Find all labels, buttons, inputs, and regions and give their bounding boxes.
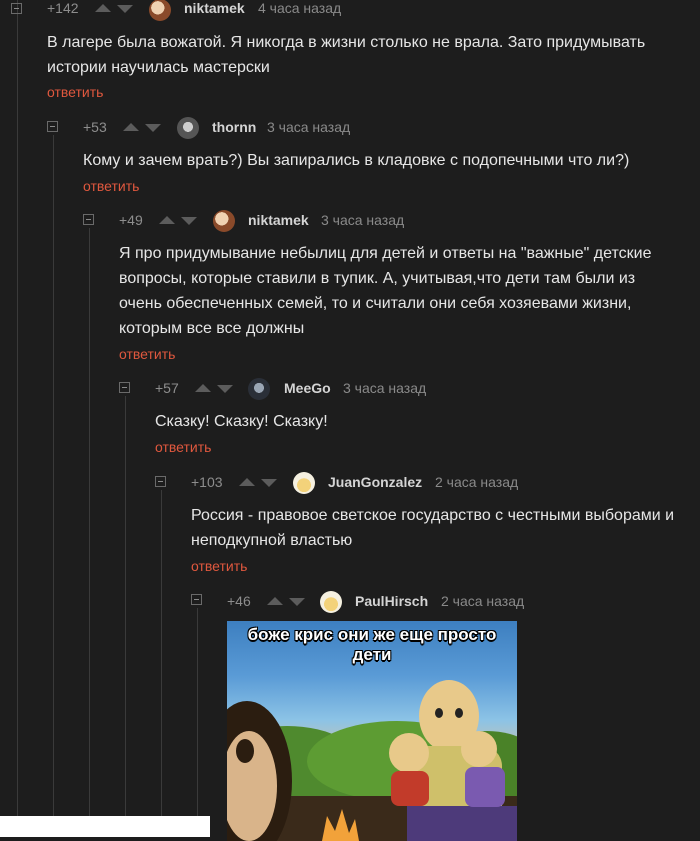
upvote-icon[interactable] [239, 478, 255, 486]
downvote-icon[interactable] [181, 217, 197, 225]
comment-rating: +46 [227, 593, 251, 609]
downvote-icon[interactable] [145, 124, 161, 132]
avatar[interactable] [177, 117, 199, 139]
upvote-icon[interactable] [123, 123, 139, 131]
thread-line [197, 608, 198, 837]
comment-time: 3 часа назад [267, 119, 351, 135]
downvote-icon[interactable] [217, 385, 233, 393]
thread-line [53, 135, 54, 837]
comment-text: Я про придумывание небылиц для детей и о… [119, 245, 652, 337]
downvote-icon[interactable] [289, 598, 305, 606]
author-name[interactable]: thornn [212, 119, 256, 135]
upvote-icon[interactable] [159, 216, 175, 224]
comment-text: Россия - правовое светское государство с… [191, 507, 675, 549]
comment-rating: +103 [191, 474, 223, 490]
avatar[interactable] [320, 591, 342, 613]
comment-time: 2 часа назад [441, 593, 525, 609]
comment-time: 3 часа назад [343, 380, 427, 396]
thread-line [17, 0, 18, 837]
author-name[interactable]: niktamek [248, 212, 309, 228]
thread-line [125, 396, 126, 837]
comment-time: 4 часа назад [258, 0, 342, 16]
thread-line [161, 490, 162, 837]
avatar[interactable] [149, 0, 171, 21]
collapse-thread-button[interactable] [83, 214, 94, 225]
collapse-thread-button[interactable] [155, 476, 166, 487]
author-name[interactable]: niktamek [184, 0, 245, 16]
comment-rating: +49 [119, 212, 143, 228]
comment-rating: +142 [47, 0, 79, 16]
author-name[interactable]: MeeGo [284, 380, 331, 396]
reply-link[interactable]: ответить [119, 346, 175, 362]
comment-rating: +57 [155, 380, 179, 396]
reply-link[interactable]: ответить [155, 439, 211, 455]
overlay-panel [0, 816, 210, 837]
collapse-thread-button[interactable] [11, 3, 22, 14]
collapse-thread-button[interactable] [191, 594, 202, 605]
avatar[interactable] [213, 210, 235, 232]
comment-text: В лагере была вожатой. Я никогда в жизни… [47, 34, 646, 76]
comment-time: 3 часа назад [321, 212, 405, 228]
author-name[interactable]: JuanGonzalez [328, 474, 422, 490]
avatar[interactable] [293, 472, 315, 494]
upvote-icon[interactable] [195, 384, 211, 392]
meme-caption: боже крис они же еще просто дети [247, 625, 497, 664]
comment-text: Сказку! Сказку! Сказку! [155, 413, 328, 430]
comment-rating: +53 [83, 119, 107, 135]
reply-link[interactable]: ответить [191, 558, 247, 574]
meme-image[interactable]: боже крис они же еще просто дети [227, 621, 517, 841]
comment-time: 2 часа назад [435, 474, 519, 490]
downvote-icon[interactable] [261, 479, 277, 487]
collapse-thread-button[interactable] [47, 121, 58, 132]
reply-link[interactable]: ответить [83, 178, 139, 194]
reply-link[interactable]: ответить [47, 84, 103, 100]
upvote-icon[interactable] [267, 597, 283, 605]
upvote-icon[interactable] [95, 4, 111, 12]
collapse-thread-button[interactable] [119, 382, 130, 393]
comment-text: Кому и зачем врать?) Вы запирались в кла… [83, 152, 630, 169]
author-name[interactable]: PaulHirsch [355, 593, 428, 609]
downvote-icon[interactable] [117, 5, 133, 13]
avatar[interactable] [248, 378, 270, 400]
thread-line [89, 228, 90, 837]
